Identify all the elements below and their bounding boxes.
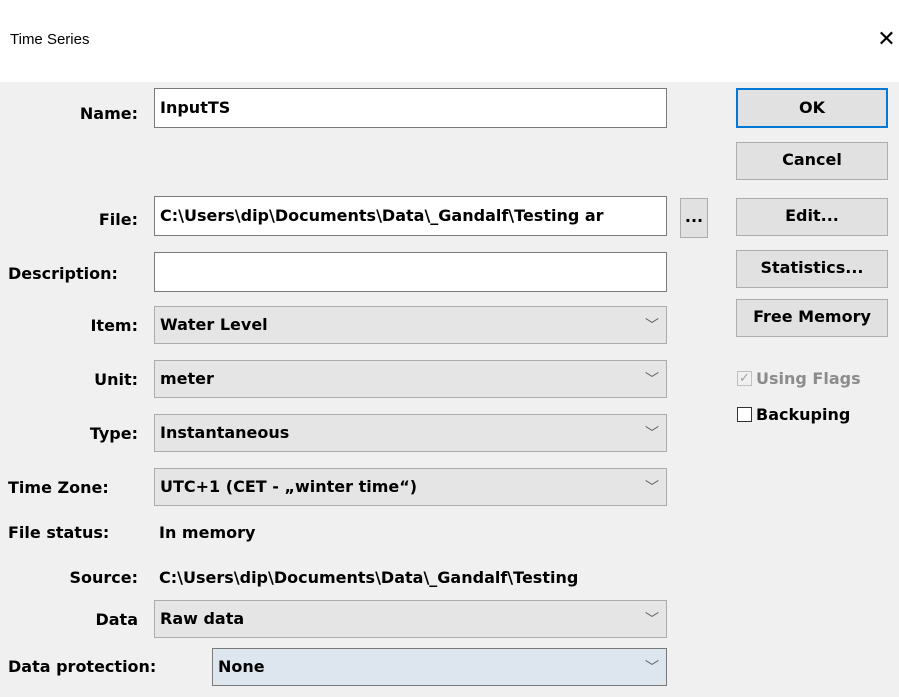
name-input[interactable]: InputTS xyxy=(154,88,667,128)
free-memory-button[interactable]: Free Memory xyxy=(736,299,888,337)
using-flags-label: Using Flags xyxy=(756,369,861,388)
time-zone-dropdown[interactable]: UTC+1 (CET - „winter time“) ﹀ xyxy=(154,468,667,506)
type-selected-value: Instantaneous xyxy=(160,423,290,442)
chevron-down-icon: ﹀ xyxy=(645,660,659,676)
checkbox-box: ✓ xyxy=(737,371,752,386)
data-dropdown[interactable]: Raw data ﹀ xyxy=(154,600,667,638)
data-protection-selected-value: None xyxy=(218,657,265,676)
chevron-down-icon: ﹀ xyxy=(645,318,659,334)
data-selected-value: Raw data xyxy=(160,609,245,628)
data-protection-label: Data protection: xyxy=(8,657,157,676)
item-selected-value: Water Level xyxy=(160,315,268,334)
chevron-down-icon: ﹀ xyxy=(645,372,659,388)
time-zone-selected-value: UTC+1 (CET - „winter time“) xyxy=(160,477,418,496)
file-status-label: File status: xyxy=(8,523,110,542)
unit-label: Unit: xyxy=(94,370,138,389)
type-label: Type: xyxy=(89,424,138,443)
item-label: Item: xyxy=(90,316,138,335)
browse-file-button[interactable]: ... xyxy=(680,198,708,238)
chevron-down-icon: ﹀ xyxy=(645,612,659,628)
file-path-input[interactable]: C:\Users\dip\Documents\Data\_Gandalf\Tes… xyxy=(154,196,667,236)
using-flags-checkbox[interactable]: ✓ Using Flags xyxy=(737,369,861,389)
checkbox-box xyxy=(737,407,752,422)
unit-selected-value: meter xyxy=(160,369,214,388)
backuping-label: Backuping xyxy=(756,405,851,424)
checkmark-icon: ✓ xyxy=(739,371,750,386)
close-icon[interactable]: ✕ xyxy=(874,26,899,54)
cancel-button[interactable]: Cancel xyxy=(736,142,888,180)
edit-button[interactable]: Edit... xyxy=(736,198,888,236)
name-label: Name: xyxy=(79,104,138,123)
backuping-checkbox[interactable]: Backuping xyxy=(737,405,850,425)
statistics-button[interactable]: Statistics... xyxy=(736,250,888,288)
file-label: File: xyxy=(98,210,138,229)
item-dropdown[interactable]: Water Level ﹀ xyxy=(154,306,667,344)
unit-dropdown[interactable]: meter ﹀ xyxy=(154,360,667,398)
description-input[interactable] xyxy=(154,252,667,292)
source-value: C:\Users\dip\Documents\Data\_Gandalf\Tes… xyxy=(159,568,579,587)
type-dropdown[interactable]: Instantaneous ﹀ xyxy=(154,414,667,452)
window-title: Time Series xyxy=(10,31,90,48)
data-protection-dropdown[interactable]: None ﹀ xyxy=(212,648,667,686)
ok-button[interactable]: OK xyxy=(736,88,888,128)
file-status-value: In memory xyxy=(159,523,256,542)
chevron-down-icon: ﹀ xyxy=(645,480,659,496)
title-bar: Time Series ✕ xyxy=(0,0,899,82)
chevron-down-icon: ﹀ xyxy=(645,426,659,442)
time-zone-label: Time Zone: xyxy=(8,478,109,497)
source-label: Source: xyxy=(69,568,138,587)
data-label: Data xyxy=(95,610,138,629)
description-label: Description: xyxy=(8,264,118,283)
